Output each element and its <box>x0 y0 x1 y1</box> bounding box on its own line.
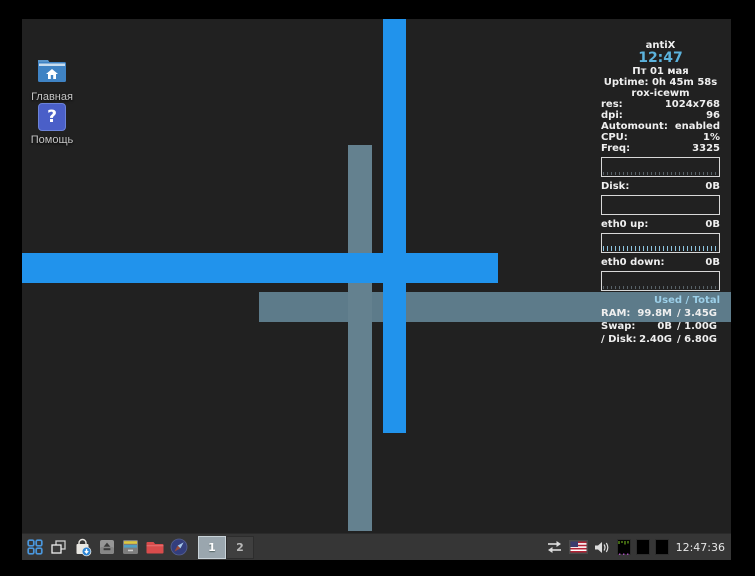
cpu-activity-graph-icon <box>618 541 630 555</box>
desktop-icon-home-label: Главная <box>24 91 80 103</box>
window-list-button[interactable] <box>49 537 68 557</box>
conky-session: rox-icewm <box>601 88 720 99</box>
speaker-icon <box>594 541 610 554</box>
conky-disk-row: Disk: 0B <box>601 181 720 192</box>
conky-freq-row: Freq: 3325 <box>601 143 720 154</box>
wallpaper-blue-vertical-stripe <box>383 19 406 433</box>
package-bag-icon <box>73 538 92 557</box>
transfer-arrows-icon <box>547 540 562 554</box>
conky-rootdisk-row: / Disk: 2.40G / 6.80G <box>601 333 720 346</box>
workspace-1-button[interactable]: 1 <box>198 536 226 559</box>
net-monitor-applet-1[interactable] <box>636 539 650 555</box>
volume-applet[interactable] <box>593 537 612 557</box>
package-installer-button[interactable] <box>73 537 92 557</box>
menu-button[interactable] <box>25 537 44 557</box>
home-folder-icon <box>24 56 80 88</box>
conky-swap-row: Swap: 0B / 1.00G <box>601 320 720 333</box>
conky-date: Пт 01 мая <box>601 66 720 77</box>
desktop-icon-home[interactable]: Главная <box>24 56 80 103</box>
keyboard-layout-applet[interactable] <box>569 537 588 557</box>
red-folder-icon <box>146 539 164 555</box>
windows-icon <box>50 539 67 555</box>
conky-eth0-up-graph <box>601 233 720 253</box>
conky-used-total-header: Used / Total <box>601 294 720 307</box>
us-flag-icon <box>569 540 588 554</box>
desktop: Главная ? Помощь antiX 12:47 Пт 01 мая U… <box>22 19 731 560</box>
workspace-2-button[interactable]: 2 <box>226 536 254 559</box>
conky-clock: 12:47 <box>601 51 720 66</box>
help-question-icon: ? <box>24 103 80 131</box>
browser-button[interactable] <box>169 537 188 557</box>
file-manager-button[interactable] <box>145 537 164 557</box>
conky-automount-row: Automount: enabled <box>601 121 720 132</box>
eject-drive-icon <box>99 539 115 555</box>
conky-res-row: res: 1024x768 <box>601 99 720 110</box>
conky-eth0-up-row: eth0 up: 0B <box>601 219 720 230</box>
desktop-icon-help[interactable]: ? Помощь <box>24 103 80 146</box>
net-monitor-applet-2[interactable] <box>655 539 669 555</box>
help-question-glyph: ? <box>38 103 66 131</box>
workspace-switcher: 1 2 <box>198 536 254 559</box>
conky-system-monitor: antiX 12:47 Пт 01 мая Uptime: 0h 45m 58s… <box>601 40 720 346</box>
conky-eth0-down-row: eth0 down: 0B <box>601 257 720 268</box>
taskbar: 1 2 <box>22 533 731 560</box>
network-applet[interactable] <box>545 537 564 557</box>
compass-browser-icon <box>170 538 188 556</box>
conky-ram-row: RAM: 99.8M / 3.45G <box>601 307 720 320</box>
conky-disk-graph <box>601 195 720 215</box>
app-menu-icon <box>27 539 43 555</box>
taskbar-clock: 12:47:36 <box>674 541 728 554</box>
conky-dpi-row: dpi: 96 <box>601 110 720 121</box>
wallpaper-blue-horizontal-stripe <box>22 253 498 283</box>
mount-devices-button[interactable] <box>97 537 116 557</box>
conky-uptime: Uptime: 0h 45m 58s <box>601 77 720 88</box>
screen-stripes-icon <box>122 539 139 555</box>
wallpaper-slate-vertical-stripe <box>348 145 372 531</box>
desktop-icon-help-label: Помощь <box>24 134 80 146</box>
conky-eth0-down-graph <box>601 271 720 291</box>
conky-cpu-row: CPU: 1% <box>601 132 720 143</box>
conky-cpu-graph <box>601 157 720 177</box>
system-tray: 12:47:36 <box>545 537 728 557</box>
desktop-settings-button[interactable] <box>121 537 140 557</box>
cpu-monitor-applet[interactable] <box>617 539 631 555</box>
